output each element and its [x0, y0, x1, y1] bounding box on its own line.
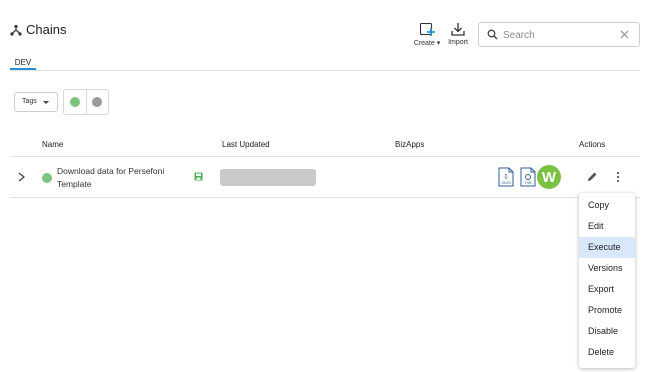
menu-item-disable[interactable]: Disable: [579, 321, 635, 342]
tags-filter-dropdown[interactable]: Tags: [14, 92, 58, 112]
status-filter-inactive[interactable]: [85, 90, 108, 114]
pencil-icon[interactable]: [586, 171, 598, 183]
import-label: Import: [448, 39, 468, 46]
menu-item-versions[interactable]: Versions: [579, 258, 635, 279]
w-app-logo[interactable]: W: [537, 165, 561, 189]
tags-filter-label: Tags: [22, 98, 37, 105]
row-status-dot: [42, 173, 52, 183]
row-actions-menu: Copy Edit Execute Versions Export Promot…: [579, 193, 635, 368]
chevron-down-icon: [43, 101, 49, 104]
tab-dev[interactable]: DEV: [10, 58, 36, 67]
search-box: [478, 22, 640, 47]
menu-item-copy[interactable]: Copy: [579, 195, 635, 216]
menu-item-execute[interactable]: Execute: [579, 237, 635, 258]
tsb-file-icon[interactable]: TSB: [520, 167, 536, 187]
chain-name-link[interactable]: Download data for Persefoni Template: [57, 165, 187, 191]
column-header-actions: Actions: [579, 140, 606, 149]
status-filter-active[interactable]: [64, 90, 86, 114]
import-button[interactable]: Import: [438, 22, 478, 50]
add-file-icon: [419, 22, 435, 36]
column-header-bizapps: BizApps: [395, 140, 425, 149]
last-updated-placeholder: [220, 169, 316, 186]
page-title: Chains: [26, 22, 67, 37]
tsb-file-label: TSB: [525, 181, 533, 185]
import-icon: [451, 23, 465, 36]
search-input[interactable]: [503, 26, 613, 44]
json-file-icon[interactable]: {} JSON: [498, 167, 514, 187]
inactive-status-dot: [92, 97, 103, 107]
search-icon: [487, 29, 498, 40]
menu-item-edit[interactable]: Edit: [579, 216, 635, 237]
status-filter-group: [63, 89, 109, 115]
menu-item-export[interactable]: Export: [579, 279, 635, 300]
menu-item-delete[interactable]: Delete: [579, 342, 635, 363]
save-icon: [194, 172, 203, 181]
active-status-dot: [69, 97, 80, 107]
more-vertical-icon[interactable]: [615, 171, 621, 183]
column-header-name[interactable]: Name: [42, 140, 63, 149]
menu-item-promote[interactable]: Promote: [579, 300, 635, 321]
create-label: Create: [413, 40, 435, 47]
chains-icon: [10, 24, 22, 36]
page-header: Chains Create ▾ Import: [0, 0, 650, 60]
column-header-last-updated[interactable]: Last Updated: [222, 140, 270, 149]
svg-text:{}: {}: [504, 174, 508, 180]
json-file-label: JSON: [501, 181, 511, 185]
table-row: Download data for Persefoni Template {} …: [10, 157, 640, 198]
chevron-right-icon[interactable]: [18, 172, 25, 182]
close-icon[interactable]: [620, 30, 629, 39]
tabs-divider: [10, 70, 640, 71]
